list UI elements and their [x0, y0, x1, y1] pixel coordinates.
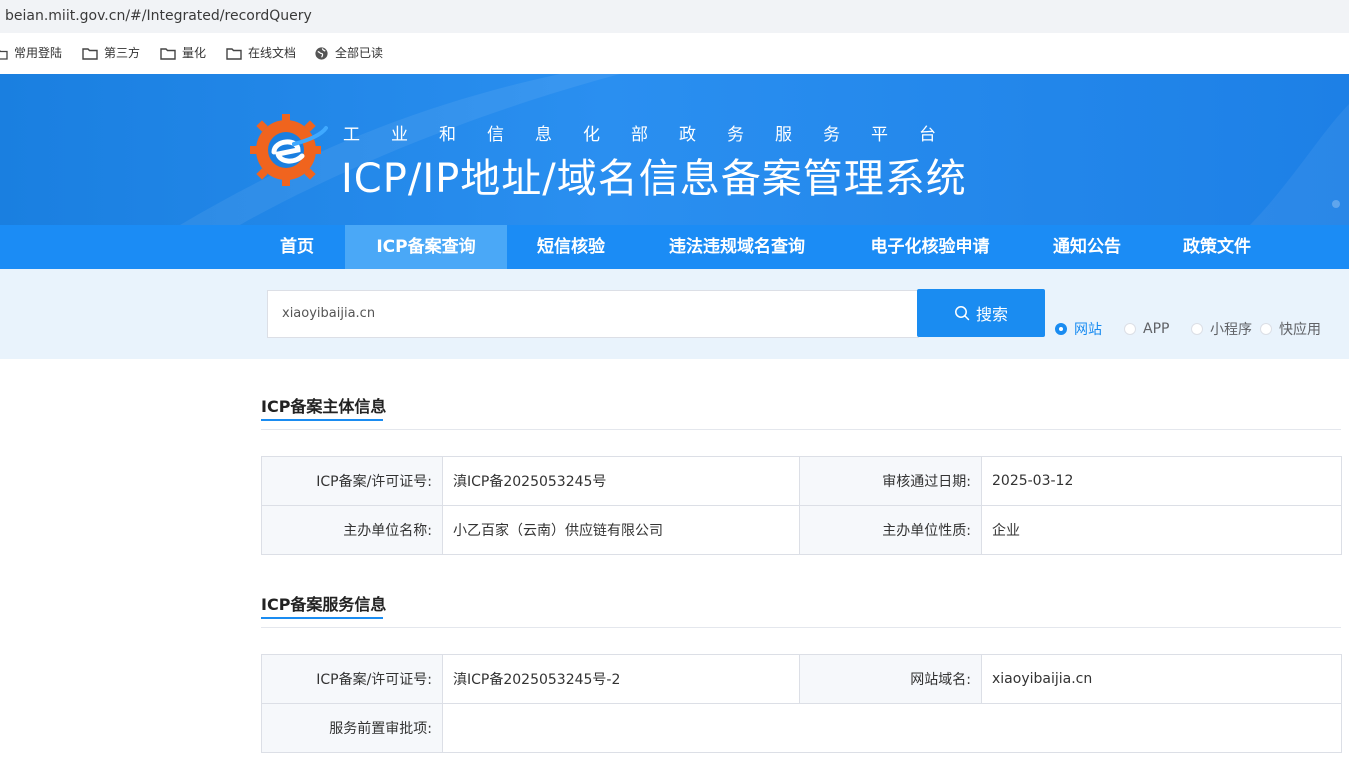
nav-item-policies[interactable]: 政策文件 [1170, 225, 1264, 269]
main-nav: 首页 ICP备案查询 短信核验 违法违规域名查询 电子化核验申请 通知公告 政策… [0, 225, 1349, 269]
bookmarks-bar: 常用登陆 第三方 量化 在线文档 全部已读 [0, 33, 1349, 74]
radio-dot [1260, 323, 1272, 335]
bookmark-item[interactable]: 常用登陆 [0, 33, 62, 74]
bookmark-item[interactable]: 量化 [160, 33, 206, 74]
radio-label: 快应用 [1279, 322, 1321, 338]
search-input[interactable]: xiaoyibaijia.cn [267, 290, 919, 338]
field-label: ICP备案/许可证号: [261, 654, 443, 704]
field-label: ICP备案/许可证号: [261, 456, 443, 506]
radio-label: 网站 [1074, 322, 1102, 338]
nav-item-sms-verify[interactable]: 短信核验 [522, 225, 620, 269]
field-value: 企业 [981, 505, 1342, 555]
bookmark-item[interactable]: 在线文档 [226, 33, 296, 74]
radio-dot [1055, 323, 1067, 335]
banner-subtitle: 工业和信息化部政务服务平台 [343, 125, 967, 145]
radio-quick-app[interactable]: 快应用 [1260, 319, 1321, 339]
bookmark-label: 常用登陆 [14, 46, 63, 60]
address-bar[interactable]: beian.miit.gov.cn/#/Integrated/recordQue… [0, 0, 1349, 33]
bookmark-label: 全部已读 [335, 46, 384, 60]
field-label: 主办单位性质: [799, 505, 982, 555]
nav-item-notices[interactable]: 通知公告 [1040, 225, 1134, 269]
field-label: 网站域名: [799, 654, 982, 704]
nav-item-electronic-verify[interactable]: 电子化核验申请 [855, 225, 1005, 269]
folder-icon [226, 48, 242, 60]
section-title-underline [261, 617, 383, 619]
service-info-table: ICP备案/许可证号: 滇ICP备2025053245号-2 网站域名: xia… [261, 654, 1342, 753]
search-button-label: 搜索 [975, 307, 1008, 324]
search-icon [955, 306, 970, 321]
radio-label: APP [1143, 321, 1170, 337]
radio-mini-program[interactable]: 小程序 [1191, 319, 1252, 339]
radio-dot [1124, 323, 1136, 335]
table-row: ICP备案/许可证号: 滇ICP备2025053245号 审核通过日期: 202… [261, 456, 1342, 506]
globe-icon [315, 47, 328, 60]
field-label: 服务前置审批项: [261, 703, 443, 753]
field-value: 小乙百家（云南）供应链有限公司 [442, 505, 800, 555]
url-text: beian.miit.gov.cn/#/Integrated/recordQue… [5, 8, 312, 24]
folder-icon [0, 49, 8, 60]
nav-item-illegal-domain-query[interactable]: 违法违规域名查询 [654, 225, 820, 269]
table-row: 服务前置审批项: [261, 703, 1342, 753]
radio-app[interactable]: APP [1124, 319, 1169, 339]
bookmark-label: 量化 [182, 46, 207, 60]
section-divider [261, 429, 1341, 430]
nav-item-icp-query[interactable]: ICP备案查询 [345, 225, 507, 269]
nav-item-home[interactable]: 首页 [266, 225, 328, 269]
page-title: ICP/IP地址/域名信息备案管理系统 [341, 156, 967, 202]
bookmark-label: 第三方 [104, 46, 141, 60]
table-row: ICP备案/许可证号: 滇ICP备2025053245号-2 网站域名: xia… [261, 654, 1342, 704]
table-row: 主办单位名称: 小乙百家（云南）供应链有限公司 主办单位性质: 企业 [261, 505, 1342, 555]
search-area: xiaoyibaijia.cn 搜索 网站 APP 小程序 快应用 [0, 269, 1349, 359]
miit-logo-icon [250, 114, 328, 186]
section-title-service-info: ICP备案服务信息 [261, 595, 387, 614]
field-value: 滇ICP备2025053245号 [442, 456, 800, 506]
folder-icon [82, 48, 98, 60]
field-label: 审核通过日期: [799, 456, 982, 506]
field-value [442, 703, 1342, 753]
field-value: 滇ICP备2025053245号-2 [442, 654, 800, 704]
section-title-underline [261, 419, 383, 421]
bookmark-label: 在线文档 [248, 46, 297, 60]
folder-icon [160, 48, 176, 60]
section-divider [261, 627, 1341, 628]
radio-website[interactable]: 网站 [1055, 319, 1102, 339]
radio-label: 小程序 [1210, 322, 1252, 338]
field-label: 主办单位名称: [261, 505, 443, 555]
subject-info-table: ICP备案/许可证号: 滇ICP备2025053245号 审核通过日期: 202… [261, 456, 1342, 555]
field-value: 2025-03-12 [981, 456, 1342, 506]
section-title-subject-info: ICP备案主体信息 [261, 397, 387, 416]
bookmark-item[interactable]: 全部已读 [314, 33, 383, 74]
search-button[interactable]: 搜索 [917, 289, 1045, 337]
site-banner: 工业和信息化部政务服务平台 ICP/IP地址/域名信息备案管理系统 [0, 74, 1349, 225]
field-value: xiaoyibaijia.cn [981, 654, 1342, 704]
bookmark-item[interactable]: 第三方 [82, 33, 140, 74]
radio-dot [1191, 323, 1203, 335]
